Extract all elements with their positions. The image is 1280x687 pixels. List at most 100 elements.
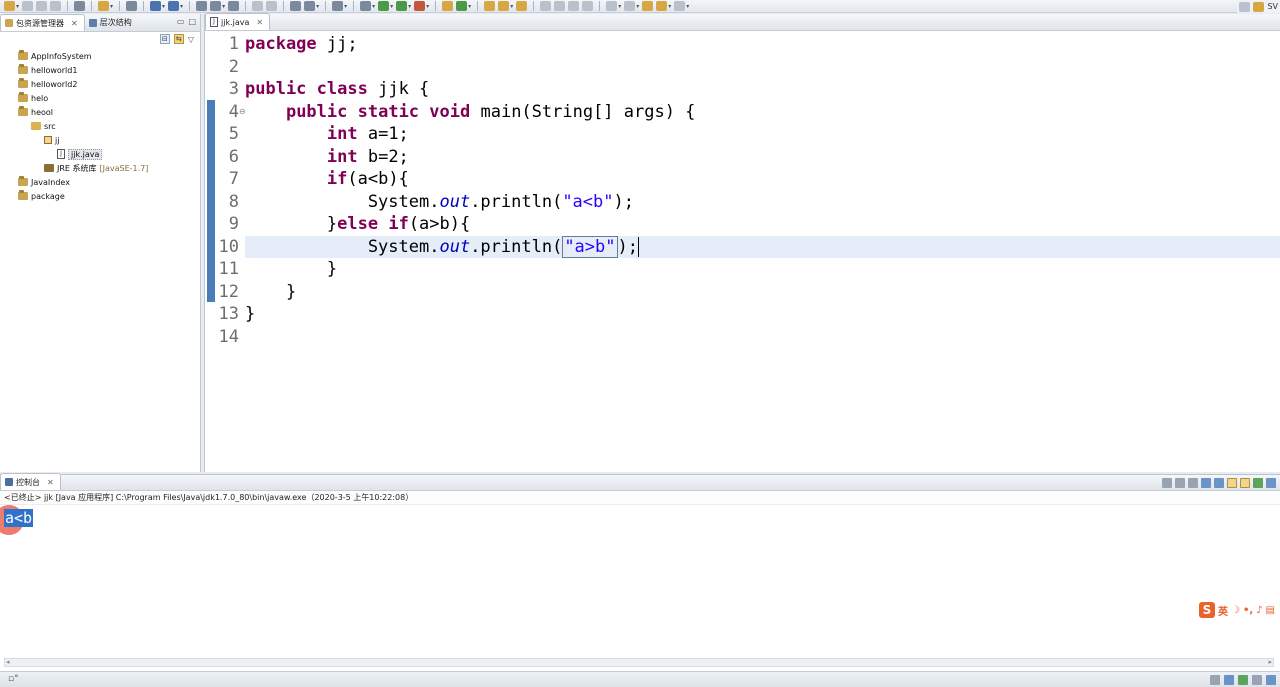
mic-icon[interactable]: ♪ <box>1256 605 1262 616</box>
moon-icon[interactable]: ☽ <box>1231 605 1240 616</box>
console-icon[interactable] <box>332 1 344 11</box>
browser-icon[interactable] <box>196 1 208 11</box>
fast-view-icon[interactable]: ▫° <box>8 674 19 684</box>
last-edit-icon[interactable] <box>642 1 654 11</box>
external-tools-icon[interactable] <box>414 1 426 11</box>
dropdown-icon[interactable]: ▾ <box>686 3 689 10</box>
maximize-icon[interactable]: □ <box>188 17 196 26</box>
code-line[interactable] <box>245 56 1280 78</box>
mark-icon[interactable] <box>554 1 566 11</box>
open-type-icon[interactable] <box>98 1 110 11</box>
save-all-icon[interactable] <box>36 1 48 11</box>
whitespace-icon[interactable] <box>582 1 594 11</box>
dropdown-icon[interactable]: ▾ <box>110 3 113 10</box>
code-line[interactable]: package jj; <box>245 33 1280 55</box>
ime-logo[interactable]: S <box>1198 602 1215 618</box>
tree-item[interactable]: package <box>0 189 200 203</box>
new-dropdown-icon[interactable]: ▾ <box>16 3 19 10</box>
horizontal-scrollbar[interactable]: ◂ ▸ <box>4 658 1274 667</box>
annotation-icon[interactable] <box>540 1 552 11</box>
dropdown-icon[interactable]: ▾ <box>408 3 411 10</box>
window-icon[interactable] <box>304 1 316 11</box>
dropdown-icon[interactable]: ▾ <box>372 3 375 10</box>
close-icon[interactable]: ✕ <box>47 478 54 487</box>
console-output[interactable]: a<b <box>4 509 34 527</box>
dropdown-icon[interactable]: ▾ <box>468 3 471 10</box>
remove-all-icon[interactable] <box>1188 478 1198 488</box>
open-folder-icon[interactable] <box>484 1 496 11</box>
code-line[interactable]: System.out.println("a>b"); <box>245 235 1280 258</box>
tree-item[interactable]: jj <box>0 133 200 147</box>
tab-console[interactable]: 控制台 ✕ <box>0 473 61 490</box>
link-with-editor-icon[interactable]: ⇆ <box>173 34 184 44</box>
dropdown-icon[interactable]: ▾ <box>636 3 639 10</box>
code-line[interactable]: public class jjk { <box>245 78 1280 100</box>
server-icon[interactable] <box>150 1 162 11</box>
close-icon[interactable]: ✕ <box>256 18 263 27</box>
dropdown-icon[interactable]: ▾ <box>222 3 225 10</box>
tree-item[interactable]: src <box>0 119 200 133</box>
dropdown-icon[interactable]: ▾ <box>618 3 621 10</box>
new-class-icon[interactable] <box>456 1 468 11</box>
view-menu-icon[interactable]: ▽ <box>188 35 194 44</box>
globe-icon[interactable] <box>228 1 240 11</box>
block-icon[interactable] <box>568 1 580 11</box>
show-stderr-icon[interactable] <box>1240 478 1250 488</box>
search-icon[interactable] <box>498 1 510 11</box>
tree-item[interactable]: Jjjk.java <box>0 147 200 161</box>
dropdown-icon[interactable]: ▾ <box>510 3 513 10</box>
scroll-left-icon[interactable]: ◂ <box>6 658 10 666</box>
status-icon[interactable] <box>1238 675 1248 685</box>
scroll-right-icon[interactable]: ▸ <box>1268 658 1272 666</box>
dropdown-icon[interactable]: ▾ <box>162 3 165 10</box>
code-line[interactable]: }else if(a>b){ <box>245 213 1280 235</box>
status-icon[interactable] <box>1266 675 1276 685</box>
remove-launch-icon[interactable] <box>1175 478 1185 488</box>
save-icon[interactable] <box>22 1 34 11</box>
tree-item[interactable]: JavaIndex <box>0 175 200 189</box>
tree-item[interactable]: helloworld1 <box>0 63 200 77</box>
tree-item[interactable]: heool <box>0 105 200 119</box>
dropdown-icon[interactable]: ▾ <box>390 3 393 10</box>
minimize-icon[interactable]: ▭ <box>177 17 185 26</box>
build-icon[interactable] <box>126 1 138 11</box>
deploy-icon[interactable] <box>168 1 180 11</box>
web-icon[interactable] <box>210 1 222 11</box>
dropdown-icon[interactable]: ▾ <box>316 3 319 10</box>
new-icon[interactable] <box>4 1 15 11</box>
code-line[interactable]: } <box>245 258 1280 280</box>
terminal-icon[interactable] <box>74 1 86 11</box>
status-icon[interactable] <box>1224 675 1234 685</box>
punctuation-icon[interactable]: •, <box>1243 605 1253 616</box>
code-line[interactable]: if(a<b){ <box>245 168 1280 190</box>
toggle-icon[interactable] <box>266 1 278 11</box>
status-icon[interactable] <box>1210 675 1220 685</box>
perspective-icon[interactable] <box>1253 1 1265 12</box>
debug-icon[interactable] <box>360 1 372 11</box>
ime-toolbar[interactable]: S 英 ☽ •, ♪ ▤ <box>1195 601 1278 619</box>
collapse-all-icon[interactable]: ⊟ <box>159 34 170 44</box>
status-icon[interactable] <box>1252 675 1262 685</box>
show-stdout-icon[interactable] <box>1227 478 1237 488</box>
clear-console-icon[interactable] <box>1201 478 1211 488</box>
ime-mode[interactable]: 英 <box>1218 603 1228 618</box>
code-line[interactable]: } <box>245 281 1280 303</box>
run-icon[interactable] <box>378 1 390 11</box>
tree-item[interactable]: AppInfoSystem <box>0 49 200 63</box>
coverage-icon[interactable] <box>396 1 408 11</box>
print-icon[interactable] <box>50 1 62 11</box>
code-line[interactable] <box>245 326 1280 348</box>
code-line[interactable]: int a=1; <box>245 123 1280 145</box>
tab-package-explorer[interactable]: 包资源管理器 ✕ <box>0 14 85 31</box>
perspective-label[interactable]: SV <box>1267 2 1278 11</box>
new-java-project-icon[interactable] <box>442 1 454 11</box>
terminate-icon[interactable] <box>1162 478 1172 488</box>
dropdown-icon[interactable]: ▾ <box>344 3 347 10</box>
tree-item[interactable]: helloworld2 <box>0 77 200 91</box>
window-icon[interactable] <box>290 1 302 11</box>
pin-console-icon[interactable] <box>1253 478 1263 488</box>
scroll-lock-icon[interactable] <box>1214 478 1224 488</box>
keyboard-icon[interactable]: ▤ <box>1266 605 1275 616</box>
open-perspective-icon[interactable] <box>1239 1 1251 12</box>
dropdown-icon[interactable]: ▾ <box>180 3 183 10</box>
